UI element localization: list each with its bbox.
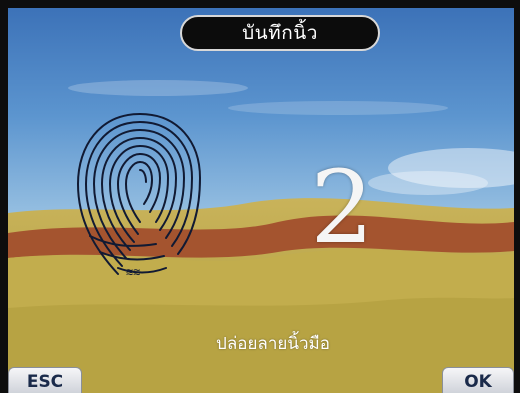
page-title: บันทึกนิ้ว bbox=[242, 22, 318, 44]
ok-button[interactable]: OK bbox=[442, 367, 514, 393]
svg-text:≋≋: ≋≋ bbox=[126, 265, 140, 279]
fingerprint-icon: ≋≋ bbox=[76, 113, 202, 279]
screen: บันทึกนิ้ว ≋≋ 2 ปล่อยลายนิ้วมือ ESC OK bbox=[8, 8, 514, 393]
device-screen-frame: บันทึกนิ้ว ≋≋ 2 ปล่อยลายนิ้วมือ ESC OK bbox=[0, 0, 520, 393]
esc-button[interactable]: ESC bbox=[8, 367, 82, 393]
instruction-text: ปล่อยลายนิ้วมือ bbox=[216, 334, 330, 354]
enroll-step-number: 2 bbox=[310, 149, 374, 266]
title-bar: บันทึกนิ้ว bbox=[180, 15, 380, 51]
